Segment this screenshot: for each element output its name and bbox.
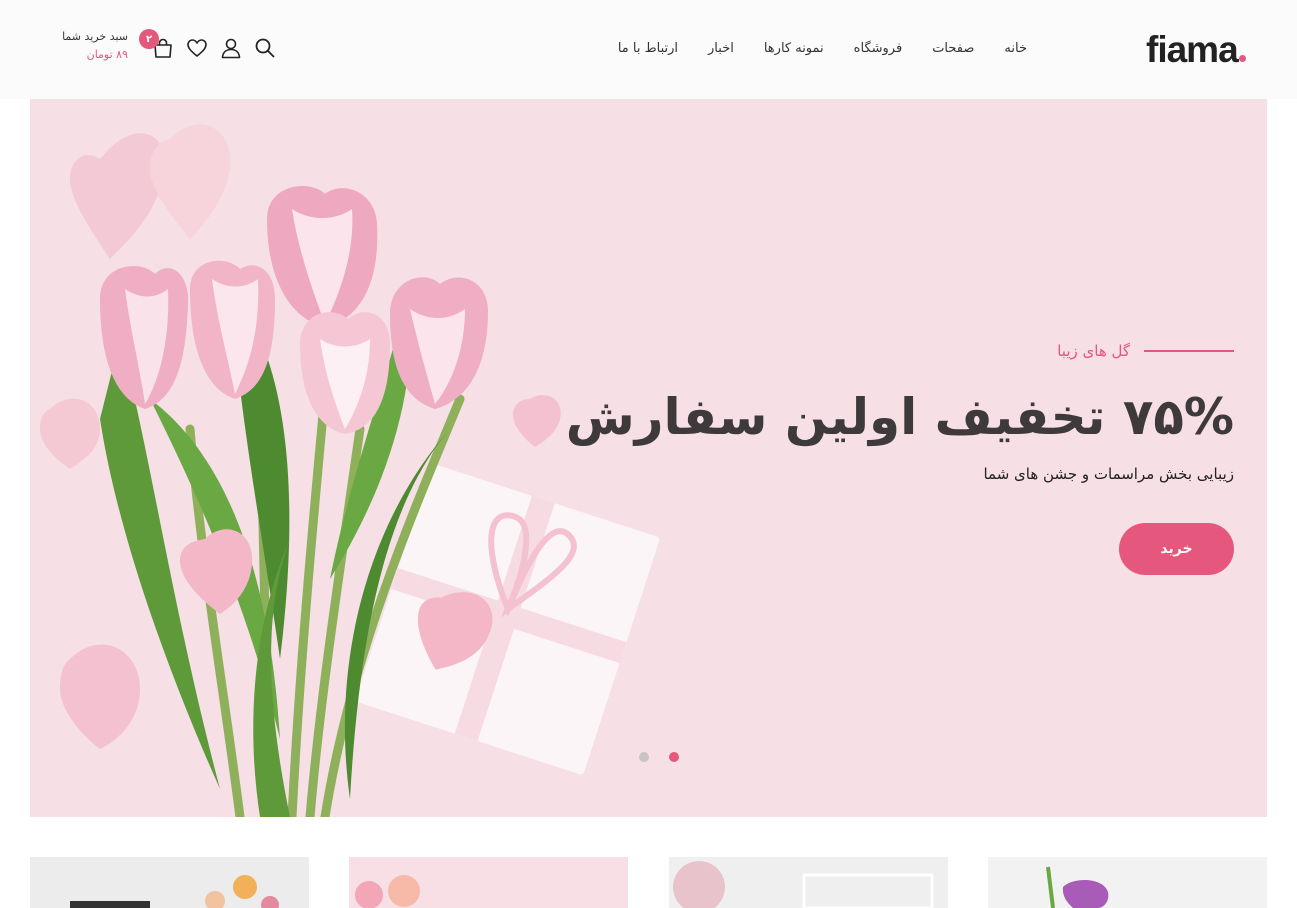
hero-slider: گل های زیبا ۷۵% تخفیف اولین سفارش زیبایی… [30,99,1267,817]
cart-amount: ۸۹ تومان [86,48,128,61]
category-card[interactable] [30,857,309,908]
wishlist-button[interactable] [184,35,210,61]
cart-count-badge: ۲ [139,29,159,49]
cart-label: سبد خرید شما [62,30,128,43]
heart-icon [187,39,207,57]
logo-text: fiama [1146,29,1239,70]
account-button[interactable] [218,35,244,61]
search-icon [255,38,275,58]
hero-accent-line [1144,350,1234,352]
nav-item-news[interactable]: اخبار [708,38,734,60]
logo[interactable]: fiama [1146,28,1246,72]
hero-flowers-image [40,124,660,817]
slider-dot-1[interactable] [669,752,679,762]
card-flowers-image [669,857,948,908]
nav-item-contact[interactable]: ارتباط با ما [618,38,678,60]
nav-item-shop[interactable]: فروشگاه [854,38,903,60]
hero-subtitle: گل های زیبا [1057,342,1130,360]
category-card[interactable] [988,857,1267,908]
nav-item-home[interactable]: خانه [1004,38,1027,60]
buy-button[interactable]: خرید [1119,523,1234,575]
hero-title: ۷۵% تخفیف اولین سفارش [565,388,1234,446]
main-nav: خانه صفحات فروشگاه نمونه کارها اخبار ارت… [618,38,1027,60]
card-flowers-image [988,857,1267,908]
nav-item-pages[interactable]: صفحات [932,38,974,60]
site-header: fiama خانه صفحات فروشگاه نمونه کارها اخب… [0,0,1297,99]
slider-dot-2[interactable] [639,752,649,762]
user-icon [221,38,241,59]
nav-item-portfolio[interactable]: نمونه کارها [764,38,824,60]
card-flowers-image [349,857,628,908]
search-button[interactable] [252,35,278,61]
hero-description: زیبایی بخش مراسمات و جشن های شما [983,465,1234,483]
logo-dot [1238,55,1246,62]
hero-subtitle-row: گل های زیبا [1057,342,1234,360]
category-card[interactable] [669,857,948,908]
card-flowers-image [30,857,309,908]
cart-summary[interactable]: سبد خرید شما ۸۹ تومان [62,28,128,64]
category-card[interactable] [349,857,628,908]
